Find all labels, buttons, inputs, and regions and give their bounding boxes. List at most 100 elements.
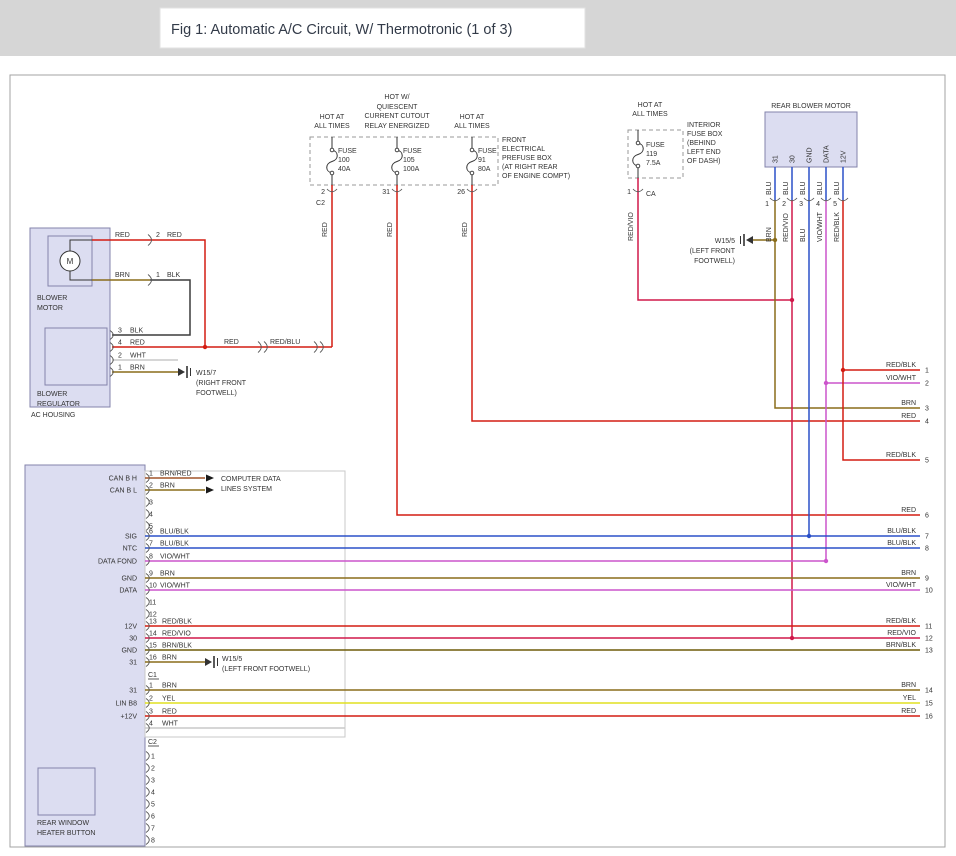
terminal-wire-label: YEL (903, 695, 916, 702)
pin-function-label: NTC (123, 545, 137, 552)
pin-number: 1 (151, 753, 155, 760)
wire-color-label: RED (115, 232, 130, 239)
terminal-wire-label: RED/BLK (886, 362, 916, 369)
pin-function-label: 30 (790, 155, 797, 163)
wire-color-label: RED/VIO (628, 212, 635, 241)
hot-label: HOT AT (460, 114, 485, 121)
fuse-amps: 80A (478, 166, 491, 173)
component-title: HEATER BUTTON (37, 830, 95, 837)
wire-color-label: RED/BLK (162, 619, 192, 626)
hot-label: QUIESCENT (377, 104, 419, 111)
terminal-wire-label: VIO/WHT (886, 582, 917, 589)
wire-color-label: BRN (766, 227, 773, 242)
pin-number: 31 (382, 189, 390, 196)
note-line: INTERIOR (687, 122, 720, 129)
wire-color-label: BLU (766, 181, 773, 195)
pin-function-label: 31 (129, 687, 137, 694)
wire-color-label: RED (162, 709, 177, 716)
ground-label: (RIGHT FRONT (196, 380, 247, 387)
terminal-number: 4 (925, 419, 929, 426)
pin-number: 4 (149, 721, 153, 728)
wire-color-label: BLU (834, 181, 841, 195)
wire-color-label: BLU (800, 181, 807, 195)
hot-label: HOT W/ (384, 94, 409, 101)
hot-label: CURRENT CUTOUT (364, 113, 430, 120)
pin-number: 3 (799, 201, 803, 208)
pin-function-label: DATA (824, 145, 831, 163)
wire-color-label: BLU/BLK (160, 541, 189, 548)
terminal-number: 16 (925, 714, 933, 721)
terminal-number: 11 (925, 624, 932, 631)
terminal-wire-label: BRN (901, 682, 916, 689)
pin-function-label: +12V (120, 713, 137, 720)
wire-color-label: BRN (160, 571, 175, 578)
pin-number: 3 (149, 499, 153, 506)
pin-number: 26 (457, 189, 465, 196)
hot-label: HOT AT (638, 102, 663, 109)
pin-function-label: CAN B L (110, 487, 137, 494)
ground-label: W15/5 (222, 656, 242, 663)
terminal-number: 3 (925, 406, 929, 413)
fuse-number: 119 (646, 151, 657, 158)
component-title: REAR BLOWER MOTOR (771, 103, 851, 110)
pin-function-label: 31 (773, 155, 780, 163)
terminal-wire-label: RED (901, 708, 916, 715)
wire-color-label: RED (462, 222, 469, 237)
wire-color-label: VIO/WHT (160, 554, 191, 561)
pin-number: 15 (149, 643, 157, 650)
note-line: (BEHIND (687, 140, 716, 147)
fuse-number: 100 (338, 157, 350, 164)
ground-label: (LEFT FRONT (690, 248, 736, 255)
pin-number: 1 (118, 365, 122, 372)
fuse-amps: 7.5A (646, 160, 661, 167)
terminal-wire-label: VIO/WHT (886, 375, 917, 382)
wire-color-label: BRN (130, 365, 145, 372)
wire-color-label: VIO/WHT (160, 583, 191, 590)
wire-color-label: BRN (162, 683, 177, 690)
pin-function-label: GND (121, 575, 137, 582)
junction-dot (790, 298, 794, 302)
terminal-wire-label: BRN/BLK (886, 642, 916, 649)
component-title: BLOWER (37, 295, 67, 302)
connector-id: CA (646, 191, 656, 198)
pin-function-label: GND (807, 147, 814, 163)
pin-number: 7 (151, 825, 155, 832)
pin-number: 1 (149, 683, 153, 690)
pin-number: 2 (321, 189, 325, 196)
terminal-number: 15 (925, 701, 933, 708)
wire-color-label: WHT (162, 721, 179, 728)
note-line: FRONT (502, 137, 527, 144)
fuse-name: FUSE (478, 148, 497, 155)
note-line: OF ENGINE COMPT) (502, 173, 570, 180)
wiring-diagram-page: Fig 1: Automatic A/C Circuit, W/ Thermot… (0, 0, 956, 856)
connector-id: C1 (148, 672, 157, 679)
junction-dot (807, 534, 811, 538)
terminal-number: 1 (925, 368, 929, 375)
pin-number: 7 (149, 541, 153, 548)
wire-color-label: RED/BLU (270, 339, 300, 346)
wire-color-label: BLU (817, 181, 824, 195)
hot-label: ALL TIMES (314, 123, 350, 130)
ground-label: FOOTWELL) (196, 390, 237, 397)
component-title: REGULATOR (37, 401, 80, 408)
wire-color-label: BLU (800, 228, 807, 242)
component-title: AC HOUSING (31, 412, 75, 419)
pin-number: 5 (151, 801, 155, 808)
fuse-name: FUSE (403, 148, 422, 155)
pin-number: 2 (149, 696, 153, 703)
junction-dot (203, 345, 207, 349)
pin-number: 1 (627, 189, 631, 196)
connector-id: C2 (148, 739, 157, 746)
hot-label: ALL TIMES (454, 123, 490, 130)
pin-number: 4 (118, 340, 122, 347)
terminal-wire-label: RED/VIO (887, 630, 916, 637)
note-line: PREFUSE BOX (502, 155, 552, 162)
component-title: MOTOR (37, 305, 63, 312)
fuse-name: FUSE (646, 142, 665, 149)
fuse-amps: 100A (403, 166, 420, 173)
terminal-number: 7 (925, 534, 929, 541)
fuse-amps: 40A (338, 166, 351, 173)
pin-number: 1 (156, 272, 160, 279)
pin-number: 11 (149, 599, 156, 606)
wire-color-label: BRN/RED (160, 471, 192, 478)
